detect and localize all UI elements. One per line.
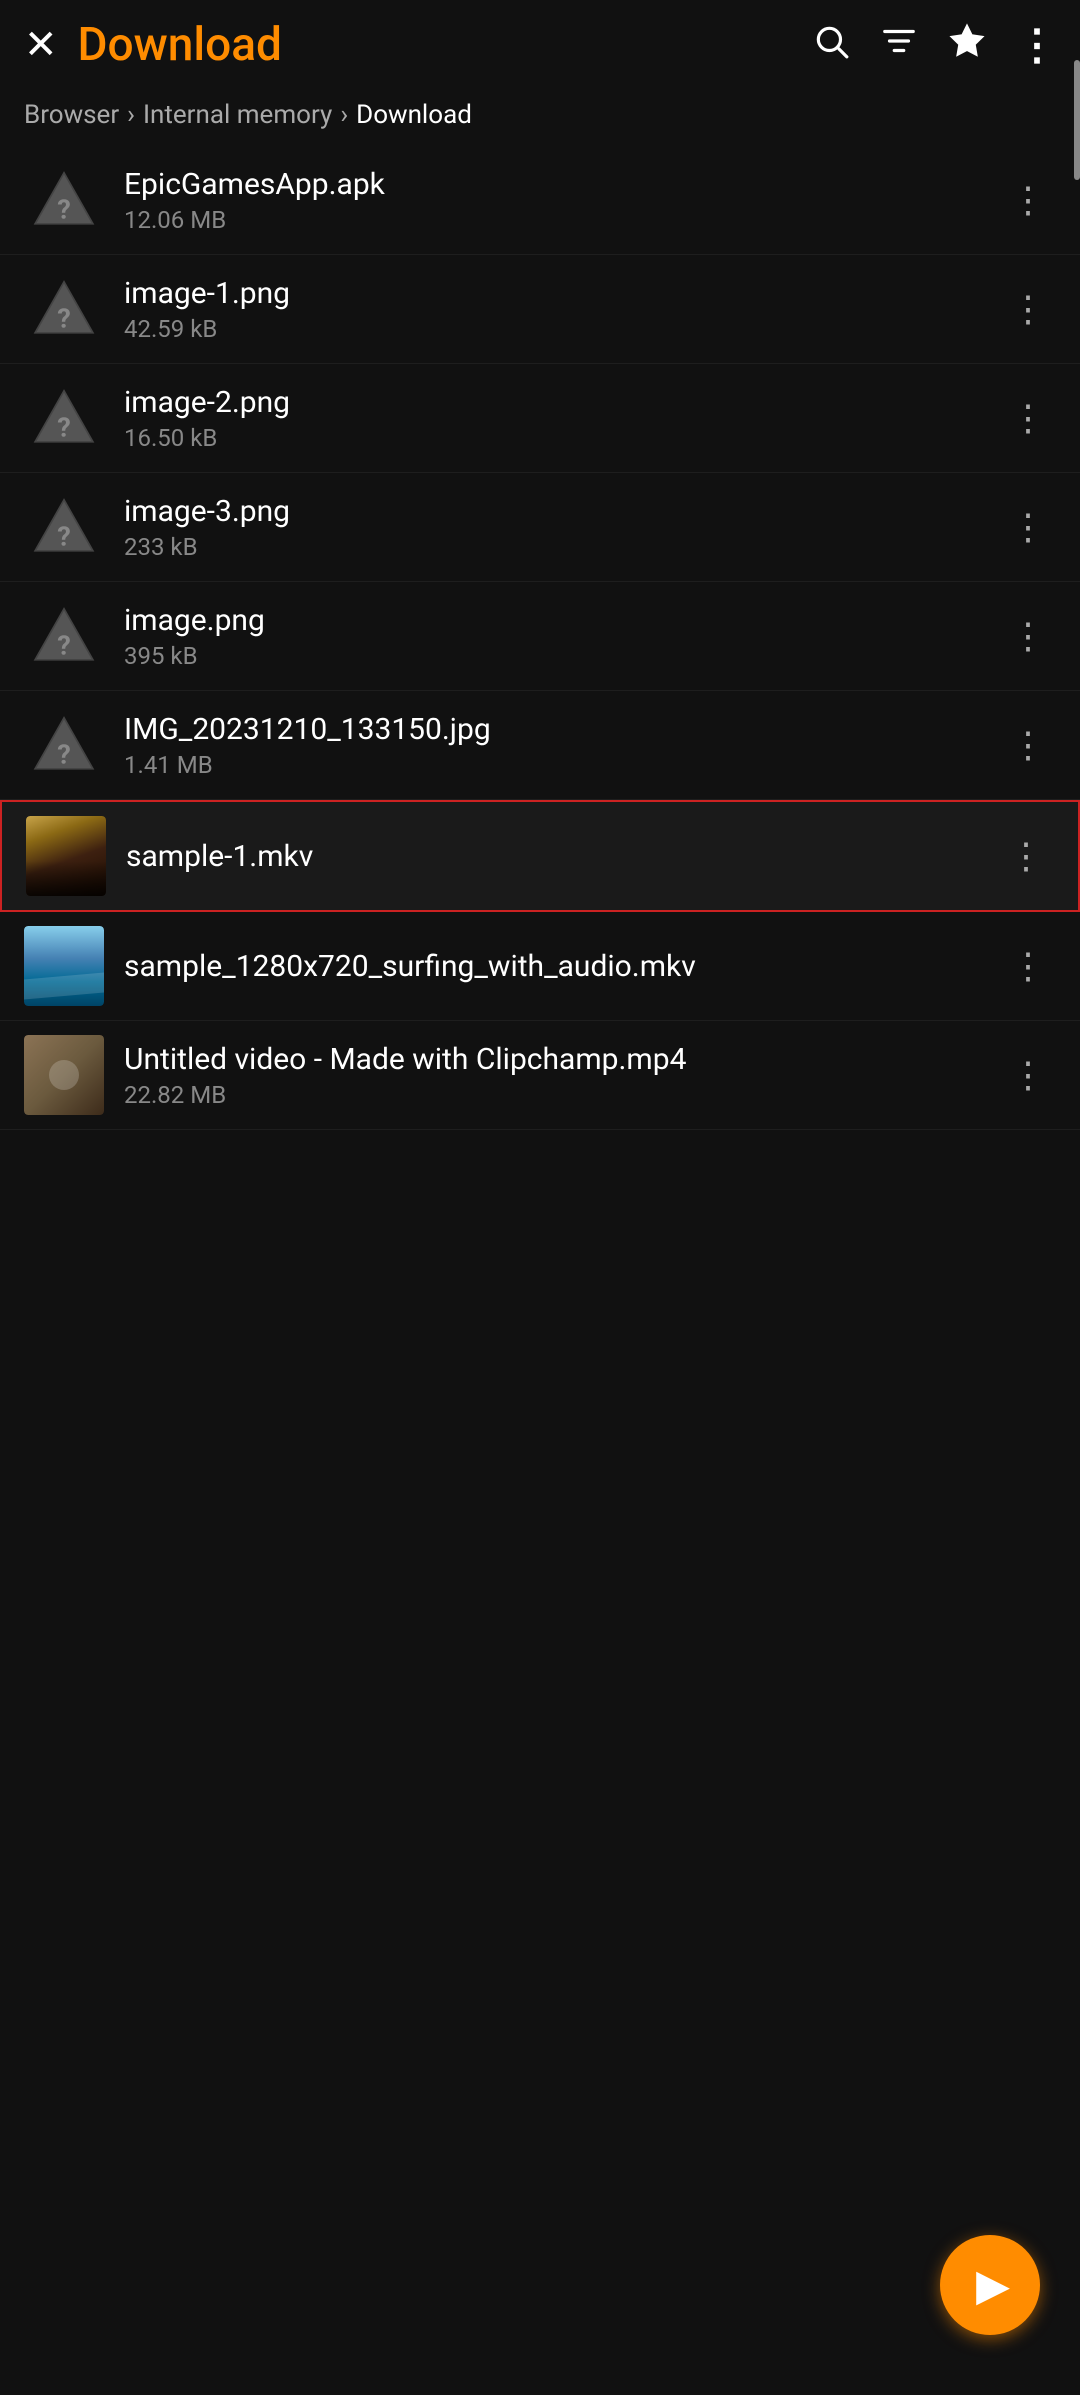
file-name: image-3.png	[124, 494, 1000, 529]
file-more-button[interactable]: ⋮	[1000, 169, 1056, 231]
svg-text:?: ?	[57, 630, 71, 662]
file-name: image.png	[124, 603, 1000, 638]
breadcrumb: Browser › Internal memory › Download	[0, 90, 1080, 146]
file-more-button[interactable]: ⋮	[1000, 496, 1056, 558]
file-thumbnail: ?	[24, 487, 104, 567]
filter-icon[interactable]	[880, 22, 918, 69]
file-thumbnail: ?	[24, 378, 104, 458]
svg-text:?: ?	[57, 521, 71, 553]
file-size: 395 kB	[124, 642, 1000, 670]
file-name: sample-1.mkv	[126, 839, 998, 874]
file-more-button[interactable]: ⋮	[998, 825, 1054, 887]
breadcrumb-sep-1: ›	[127, 100, 135, 130]
file-thumbnail: ?	[24, 160, 104, 240]
unknown-file-icon: ?	[29, 165, 99, 235]
unknown-file-icon: ?	[29, 492, 99, 562]
file-thumbnail: ?	[24, 269, 104, 349]
file-thumbnail: ?	[24, 705, 104, 785]
list-item[interactable]: ? image.png 395 kB ⋮	[0, 582, 1080, 691]
overflow-menu-icon[interactable]: ⋮	[1016, 20, 1056, 70]
header-actions: ⋮	[812, 20, 1056, 70]
breadcrumb-sep-2: ›	[340, 100, 348, 130]
unknown-file-icon: ?	[29, 274, 99, 344]
file-size: 233 kB	[124, 533, 1000, 561]
file-size: 12.06 MB	[124, 206, 1000, 234]
file-name: sample_1280x720_surfing_with_audio.mkv	[124, 949, 1000, 984]
file-thumbnail	[26, 816, 106, 896]
search-icon[interactable]	[812, 22, 850, 69]
file-more-button[interactable]: ⋮	[1000, 1044, 1056, 1106]
breadcrumb-download: Download	[356, 100, 472, 130]
star-icon[interactable]	[948, 22, 986, 69]
svg-text:?: ?	[57, 194, 71, 226]
file-name: IMG_20231210_133150.jpg	[124, 712, 1000, 747]
svg-text:?: ?	[57, 303, 71, 335]
list-item[interactable]: ? image-1.png 42.59 kB ⋮	[0, 255, 1080, 364]
svg-text:?: ?	[57, 412, 71, 444]
file-thumbnail	[24, 926, 104, 1006]
list-item[interactable]: ? IMG_20231210_133150.jpg 1.41 MB ⋮	[0, 691, 1080, 800]
file-name: image-1.png	[124, 276, 1000, 311]
file-more-button[interactable]: ⋮	[1000, 714, 1056, 776]
file-info: sample-1.mkv	[126, 839, 998, 874]
file-size: 42.59 kB	[124, 315, 1000, 343]
file-more-button[interactable]: ⋮	[1000, 278, 1056, 340]
file-name: Untitled video - Made with Clipchamp.mp4	[124, 1042, 1000, 1077]
unknown-file-icon: ?	[29, 601, 99, 671]
header: ✕ Download ⋮	[0, 0, 1080, 90]
scrollbar[interactable]	[1074, 60, 1080, 180]
file-thumbnail	[24, 1035, 104, 1115]
file-more-button[interactable]: ⋮	[1000, 387, 1056, 449]
fab-play-button[interactable]: ▶	[940, 2235, 1040, 2335]
list-item[interactable]: ? image-2.png 16.50 kB ⋮	[0, 364, 1080, 473]
page-title: Download	[78, 18, 812, 72]
file-thumbnail: ?	[24, 596, 104, 676]
file-more-button[interactable]: ⋮	[1000, 605, 1056, 667]
file-size: 16.50 kB	[124, 424, 1000, 452]
file-name: EpicGamesApp.apk	[124, 167, 1000, 202]
unknown-file-icon: ?	[29, 383, 99, 453]
list-item[interactable]: ? EpicGamesApp.apk 12.06 MB ⋮	[0, 146, 1080, 255]
list-item[interactable]: sample-1.mkv ⋮	[0, 800, 1080, 912]
file-info: image.png 395 kB	[124, 603, 1000, 670]
list-item[interactable]: ? image-3.png 233 kB ⋮	[0, 473, 1080, 582]
file-info: IMG_20231210_133150.jpg 1.41 MB	[124, 712, 1000, 779]
file-info: image-1.png 42.59 kB	[124, 276, 1000, 343]
file-size: 1.41 MB	[124, 751, 1000, 779]
file-name: image-2.png	[124, 385, 1000, 420]
file-info: sample_1280x720_surfing_with_audio.mkv	[124, 949, 1000, 984]
play-icon: ▶	[976, 2259, 1010, 2311]
file-more-button[interactable]: ⋮	[1000, 935, 1056, 997]
file-info: EpicGamesApp.apk 12.06 MB	[124, 167, 1000, 234]
breadcrumb-browser[interactable]: Browser	[24, 100, 119, 130]
file-info: image-2.png 16.50 kB	[124, 385, 1000, 452]
list-item[interactable]: Untitled video - Made with Clipchamp.mp4…	[0, 1021, 1080, 1130]
file-info: image-3.png 233 kB	[124, 494, 1000, 561]
close-button[interactable]: ✕	[24, 25, 58, 65]
list-item[interactable]: sample_1280x720_surfing_with_audio.mkv ⋮	[0, 912, 1080, 1021]
file-size: 22.82 MB	[124, 1081, 1000, 1109]
breadcrumb-internal-memory[interactable]: Internal memory	[143, 100, 332, 130]
file-list: ? EpicGamesApp.apk 12.06 MB ⋮ ? image-1.…	[0, 146, 1080, 1130]
unknown-file-icon: ?	[29, 710, 99, 780]
svg-text:?: ?	[57, 739, 71, 771]
file-info: Untitled video - Made with Clipchamp.mp4…	[124, 1042, 1000, 1109]
